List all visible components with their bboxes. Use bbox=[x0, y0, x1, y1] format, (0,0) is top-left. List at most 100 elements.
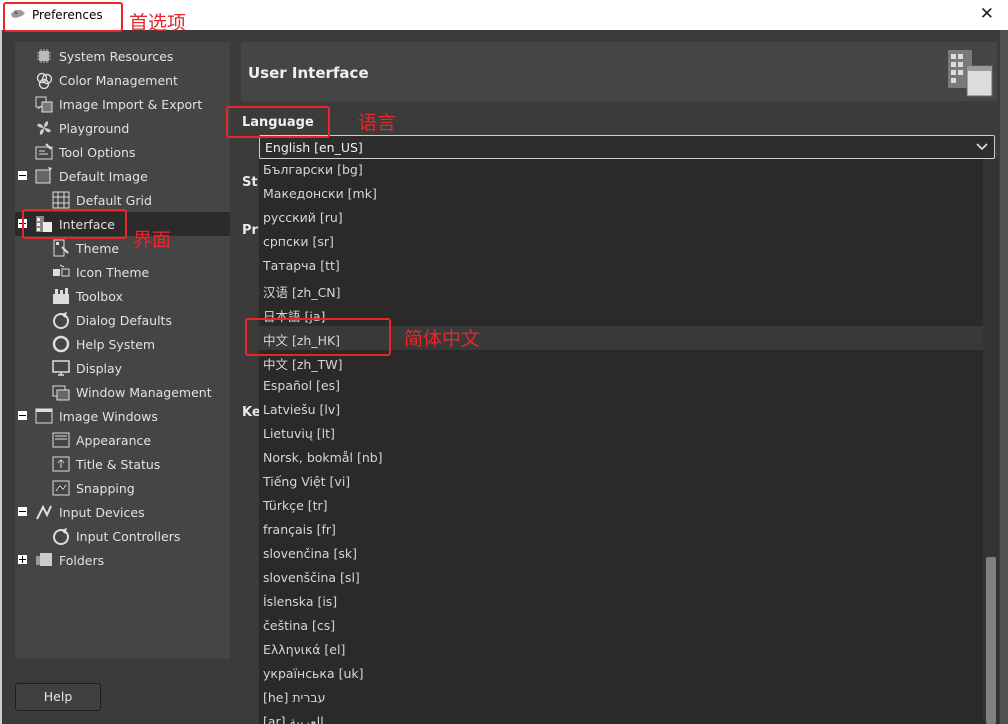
sidebar-item-theme[interactable]: Theme bbox=[15, 236, 230, 260]
sidebar-item-tool-options[interactable]: Tool Options bbox=[15, 140, 230, 164]
theme-icon bbox=[53, 239, 69, 257]
language-option-label: Ελληνικά [el] bbox=[263, 642, 346, 657]
language-option[interactable]: čeština [cs] bbox=[259, 614, 983, 638]
language-option[interactable]: Türkçe [tr] bbox=[259, 494, 983, 518]
language-option-label: français [fr] bbox=[263, 522, 336, 537]
language-option[interactable]: [ar] العربية bbox=[259, 710, 983, 724]
language-option[interactable]: Íslenska [is] bbox=[259, 590, 983, 614]
language-option[interactable]: Tiếng Việt [vi] bbox=[259, 470, 983, 494]
collapse-icon[interactable] bbox=[18, 171, 27, 180]
annotation-box-language bbox=[226, 106, 330, 138]
collapse-icon[interactable] bbox=[18, 507, 27, 516]
sidebar-item-display[interactable]: Display bbox=[15, 356, 230, 380]
interface-large-icon bbox=[948, 50, 993, 97]
language-option[interactable]: slovenščina [sl] bbox=[259, 566, 983, 590]
sidebar-item-color-management[interactable]: Color Management bbox=[15, 68, 230, 92]
image-window-icon bbox=[35, 408, 53, 424]
language-option-label: српски [sr] bbox=[263, 234, 334, 249]
chevron-down-icon[interactable] bbox=[976, 143, 988, 151]
language-option[interactable]: slovenčina [sk] bbox=[259, 542, 983, 566]
sidebar-item-label: Display bbox=[76, 361, 123, 376]
language-option-label: slovenčina [sk] bbox=[263, 546, 358, 561]
language-option[interactable]: [he] עברית bbox=[259, 686, 983, 710]
language-option[interactable]: Ελληνικά [el] bbox=[259, 638, 983, 662]
language-option[interactable]: français [fr] bbox=[259, 518, 983, 542]
language-option[interactable]: Македонски [mk] bbox=[259, 182, 983, 206]
sidebar-item-input-devices[interactable]: Input Devices bbox=[15, 500, 230, 524]
sidebar-item-title-status[interactable]: Title & Status bbox=[15, 452, 230, 476]
sidebar-item-label: Image Import & Export bbox=[59, 97, 203, 112]
language-option-label: Türkçe [tr] bbox=[263, 498, 328, 513]
language-option-label: русский [ru] bbox=[263, 210, 343, 225]
sidebar-item-label: Toolbox bbox=[76, 289, 123, 304]
language-option[interactable]: українська [uk] bbox=[259, 662, 983, 686]
sidebar-item-default-image[interactable]: Default Image bbox=[15, 164, 230, 188]
annotation-box-preferences bbox=[3, 2, 123, 32]
sidebar-item-label: Default Image bbox=[59, 169, 148, 184]
preferences-sidebar: System Resources Color Management Image Im… bbox=[15, 42, 230, 659]
help-lifebuoy-icon bbox=[52, 335, 70, 353]
grid-icon bbox=[52, 191, 70, 209]
input-devices-icon bbox=[36, 504, 52, 520]
expand-icon[interactable] bbox=[18, 555, 27, 564]
page-title: User Interface bbox=[248, 64, 369, 82]
toolbox-icon bbox=[53, 288, 69, 304]
language-option[interactable]: Български [bg] bbox=[259, 159, 983, 182]
annotation-interface: 界面 bbox=[133, 229, 172, 251]
sidebar-item-label: Image Windows bbox=[59, 409, 158, 424]
scrollbar-thumb[interactable] bbox=[986, 557, 996, 724]
sidebar-item-appearance[interactable]: Appearance bbox=[15, 428, 230, 452]
language-option[interactable]: Татарча [tt] bbox=[259, 254, 983, 278]
collapse-icon[interactable] bbox=[18, 411, 27, 420]
sidebar-item-window-management[interactable]: Window Management bbox=[15, 380, 230, 404]
sidebar-item-dialog-defaults[interactable]: Dialog Defaults bbox=[15, 308, 230, 332]
language-option-label: Tiếng Việt [vi] bbox=[263, 474, 351, 489]
sidebar-item-playground[interactable]: Playground bbox=[15, 116, 230, 140]
icon-theme-icon bbox=[53, 264, 70, 277]
snapping-icon bbox=[52, 480, 70, 496]
language-option-label: Татарча [tt] bbox=[263, 258, 340, 273]
sidebar-item-toolbox[interactable]: Toolbox bbox=[15, 284, 230, 308]
sidebar-item-help-system[interactable]: Help System bbox=[15, 332, 230, 356]
sidebar-item-image-windows[interactable]: Image Windows bbox=[15, 404, 230, 428]
keyboard-label-partial: Ke bbox=[242, 405, 261, 420]
language-option-label: Lietuvių [lt] bbox=[263, 426, 335, 441]
language-option-label: 中文 [zh_TW] bbox=[263, 357, 343, 372]
sidebar-item-folders[interactable]: Folders bbox=[15, 548, 230, 572]
language-option[interactable]: русский [ru] bbox=[259, 206, 983, 230]
sidebar-item-icon-theme[interactable]: Icon Theme bbox=[15, 260, 230, 284]
language-option[interactable]: Latviešu [lv] bbox=[259, 398, 983, 422]
language-combo[interactable]: English [en_US] bbox=[259, 135, 995, 159]
close-icon[interactable]: ✕ bbox=[980, 4, 994, 24]
help-button[interactable]: Help bbox=[15, 683, 101, 711]
language-option[interactable]: српски [sr] bbox=[259, 230, 983, 254]
language-option[interactable]: 汉语 [zh_CN] bbox=[259, 278, 983, 302]
sidebar-item-input-controllers[interactable]: Input Controllers bbox=[15, 524, 230, 548]
sidebar-item-image-import-export[interactable]: Image Import & Export bbox=[15, 92, 230, 116]
sidebar-item-label: Theme bbox=[76, 241, 120, 256]
input-controllers-icon bbox=[53, 528, 69, 545]
language-option[interactable]: Lietuvių [lt] bbox=[259, 422, 983, 446]
page-header: User Interface bbox=[241, 42, 997, 101]
dropdown-scrollbar[interactable] bbox=[983, 159, 999, 724]
sidebar-item-label: System Resources bbox=[59, 49, 174, 64]
language-option-label: Norsk, bokmål [nb] bbox=[263, 450, 383, 465]
dialog-defaults-icon bbox=[53, 312, 69, 329]
language-option[interactable]: Norsk, bokmål [nb] bbox=[259, 446, 983, 470]
sidebar-item-label: Color Management bbox=[59, 73, 178, 88]
style-label-partial: St bbox=[242, 175, 258, 190]
sidebar-item-label: Window Management bbox=[76, 385, 212, 400]
fan-icon bbox=[37, 121, 51, 135]
language-dropdown-list[interactable]: Български [bg] Македонски [mk] русский [ru… bbox=[259, 159, 999, 724]
language-combo-value: English [en_US] bbox=[265, 140, 363, 155]
title-status-icon bbox=[52, 456, 70, 472]
language-option-label: [he] עברית bbox=[263, 690, 326, 705]
language-option-label: slovenščina [sl] bbox=[263, 570, 360, 585]
language-option-label: українська [uk] bbox=[263, 666, 364, 681]
sidebar-item-label: Title & Status bbox=[76, 457, 161, 472]
sidebar-item-label: Dialog Defaults bbox=[76, 313, 172, 328]
sidebar-item-snapping[interactable]: Snapping bbox=[15, 476, 230, 500]
sidebar-item-system-resources[interactable]: System Resources bbox=[15, 44, 230, 68]
sidebar-item-label: Tool Options bbox=[59, 145, 136, 160]
language-option[interactable]: Español [es] bbox=[259, 374, 983, 398]
